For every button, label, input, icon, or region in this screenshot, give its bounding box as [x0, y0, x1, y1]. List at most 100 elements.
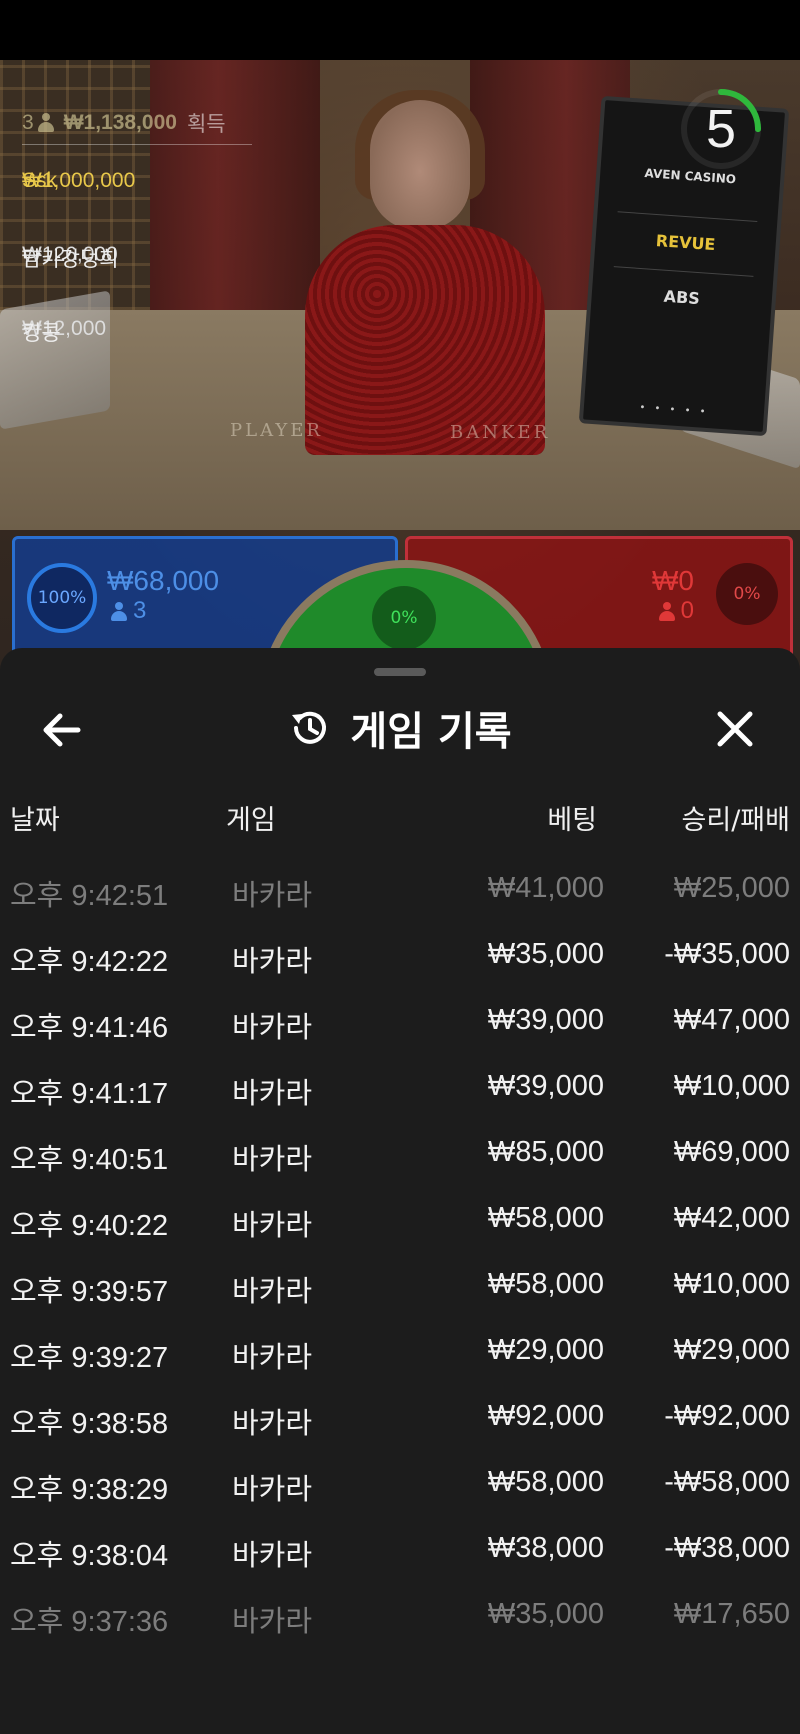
leaderboard-entry: ₩126,000 담카강덩희: [22, 227, 252, 293]
history-row[interactable]: 오후 9:39:27 바카라 ₩29,000 ₩29,000: [0, 1318, 800, 1384]
user-icon: [37, 113, 54, 133]
close-button[interactable]: [706, 700, 764, 758]
row-game: 바카라: [232, 1408, 313, 1440]
row-win-loss: ₩42,000: [673, 1202, 790, 1234]
drag-handle[interactable]: [374, 668, 426, 676]
leaderboard-entry: ₩1,000,000 Ssk: [22, 153, 252, 219]
leaderboard-entry: ₩12,000 킹콩: [22, 301, 252, 367]
history-row[interactable]: 오후 9:41:46 바카라 ₩39,000 ₩47,000: [0, 988, 800, 1054]
row-bet: ₩35,000: [487, 938, 604, 970]
row-game: 바카라: [232, 880, 313, 912]
row-game: 바카라: [232, 1210, 313, 1242]
column-header-win-loss[interactable]: 승리/패배: [682, 798, 790, 837]
history-row[interactable]: 오후 9:40:22 바카라 ₩58,000 ₩42,000: [0, 1186, 800, 1252]
back-button[interactable]: [34, 702, 94, 758]
column-header-bet[interactable]: 베팅: [547, 798, 597, 837]
row-win-loss: ₩69,000: [673, 1136, 790, 1168]
leaderboard-header: 3 ₩1,138,000 획득: [22, 108, 252, 145]
arrow-left-icon: [43, 713, 81, 747]
row-bet: ₩29,000: [487, 1334, 604, 1366]
sheet-header: 게임 기록: [0, 688, 800, 768]
row-time: 오후 9:38:04: [10, 1540, 169, 1572]
list-fade: [0, 1654, 800, 1734]
row-game: 바카라: [232, 1078, 313, 1110]
row-win-loss: -₩38,000: [664, 1532, 790, 1564]
row-game: 바카라: [232, 1012, 313, 1044]
history-row[interactable]: 오후 9:38:04 바카라 ₩38,000 -₩38,000: [0, 1516, 800, 1582]
row-game: 바카라: [232, 1474, 313, 1506]
column-header-date[interactable]: 날짜: [10, 798, 60, 837]
history-row[interactable]: 오후 9:37:36 바카라 ₩35,000 ₩17,650: [0, 1582, 800, 1648]
row-win-loss: -₩92,000: [664, 1400, 790, 1432]
history-list: 오후 9:42:51 바카라 ₩41,000 ₩25,000 오후 9:42:22 바카라…: [0, 856, 800, 1648]
row-win-loss: ₩10,000: [673, 1070, 790, 1102]
history-row[interactable]: 오후 9:41:17 바카라 ₩39,000 ₩10,000: [0, 1054, 800, 1120]
row-time: 오후 9:38:29: [10, 1474, 169, 1506]
row-time: 오후 9:40:22: [10, 1210, 169, 1242]
row-bet: ₩58,000: [487, 1202, 604, 1234]
countdown-timer: 5: [680, 88, 762, 170]
user-icon: [658, 601, 675, 622]
total-won: ₩1,138,000: [63, 111, 177, 134]
row-win-loss: ₩47,000: [673, 1004, 790, 1036]
history-clock-icon: [292, 711, 327, 744]
row-bet: ₩35,000: [487, 1598, 604, 1630]
row-bet: ₩41,000: [487, 872, 604, 904]
row-bet: ₩39,000: [487, 1070, 604, 1102]
row-win-loss: ₩29,000: [673, 1334, 790, 1366]
entry-name: 킹콩: [22, 322, 61, 345]
won-label: 획득: [186, 113, 226, 136]
row-bet: ₩39,000: [487, 1004, 604, 1036]
sponsor-logo: REVUE: [614, 211, 758, 272]
row-win-loss: ₩25,000: [673, 872, 790, 904]
row-game: 바카라: [232, 1342, 313, 1374]
row-game: 바카라: [232, 946, 313, 978]
banker-bettor-count: 0: [680, 597, 694, 624]
winner-count: 3: [22, 111, 34, 134]
row-time: 오후 9:42:51: [10, 880, 169, 912]
history-row[interactable]: 오후 9:39:57 바카라 ₩58,000 ₩10,000: [0, 1252, 800, 1318]
player-percent: 100%: [27, 563, 97, 633]
row-game: 바카라: [232, 1606, 313, 1638]
user-icon: [111, 601, 127, 622]
row-time: 오후 9:42:22: [10, 946, 169, 978]
history-row[interactable]: 오후 9:38:29 바카라 ₩58,000 -₩58,000: [0, 1450, 800, 1516]
history-row[interactable]: 오후 9:42:22 바카라 ₩35,000 -₩35,000: [0, 922, 800, 988]
player-bet-amount: ₩68,000: [107, 565, 220, 596]
close-icon: [717, 711, 753, 747]
table-label-player: PLAYER: [230, 420, 323, 441]
row-game: 바카라: [232, 1144, 313, 1176]
row-time: 오후 9:41:17: [10, 1078, 169, 1110]
history-row[interactable]: 오후 9:40:51 바카라 ₩85,000 ₩69,000: [0, 1120, 800, 1186]
row-time: 오후 9:38:58: [10, 1408, 169, 1440]
game-history-sheet: 게임 기록 날짜 게임 베팅 승리/패배 오후 9:42:51 바카라 ₩41,00…: [0, 648, 800, 1734]
carousel-dots: • • • • •: [639, 402, 709, 419]
player-bettor-count: 3: [133, 597, 147, 624]
banker-bettors: 0: [658, 597, 694, 625]
dealer-face: [370, 100, 470, 230]
row-bet: ₩38,000: [487, 1532, 604, 1564]
history-row[interactable]: 오후 9:42:51 바카라 ₩41,000 ₩25,000: [0, 856, 800, 922]
title-group: 게임 기록: [0, 688, 800, 768]
column-header-game[interactable]: 게임: [226, 798, 276, 837]
winners-leaderboard: 3 ₩1,138,000 획득 ₩1,000,000 Ssk ₩126,000 …: [22, 108, 252, 367]
history-row[interactable]: 오후 9:38:58 바카라 ₩92,000 -₩92,000: [0, 1384, 800, 1450]
row-win-loss: ₩17,650: [673, 1598, 790, 1630]
tie-percent: 0%: [372, 586, 436, 650]
row-time: 오후 9:41:46: [10, 1012, 169, 1044]
dealer: [305, 225, 545, 455]
row-game: 바카라: [232, 1276, 313, 1308]
row-win-loss: -₩58,000: [664, 1466, 790, 1498]
row-bet: ₩58,000: [487, 1466, 604, 1498]
row-win-loss: -₩35,000: [664, 938, 790, 970]
row-time: 오후 9:39:27: [10, 1342, 169, 1374]
banker-percent: 0%: [716, 563, 778, 625]
row-time: 오후 9:40:51: [10, 1144, 169, 1176]
row-win-loss: ₩10,000: [673, 1268, 790, 1300]
status-bar: [0, 0, 800, 60]
entry-name: 담카강덩희: [22, 248, 119, 271]
timer-value: 5: [705, 99, 737, 159]
row-bet: ₩58,000: [487, 1268, 604, 1300]
row-time: 오후 9:39:57: [10, 1276, 169, 1308]
page-title: 게임 기록: [350, 709, 512, 755]
